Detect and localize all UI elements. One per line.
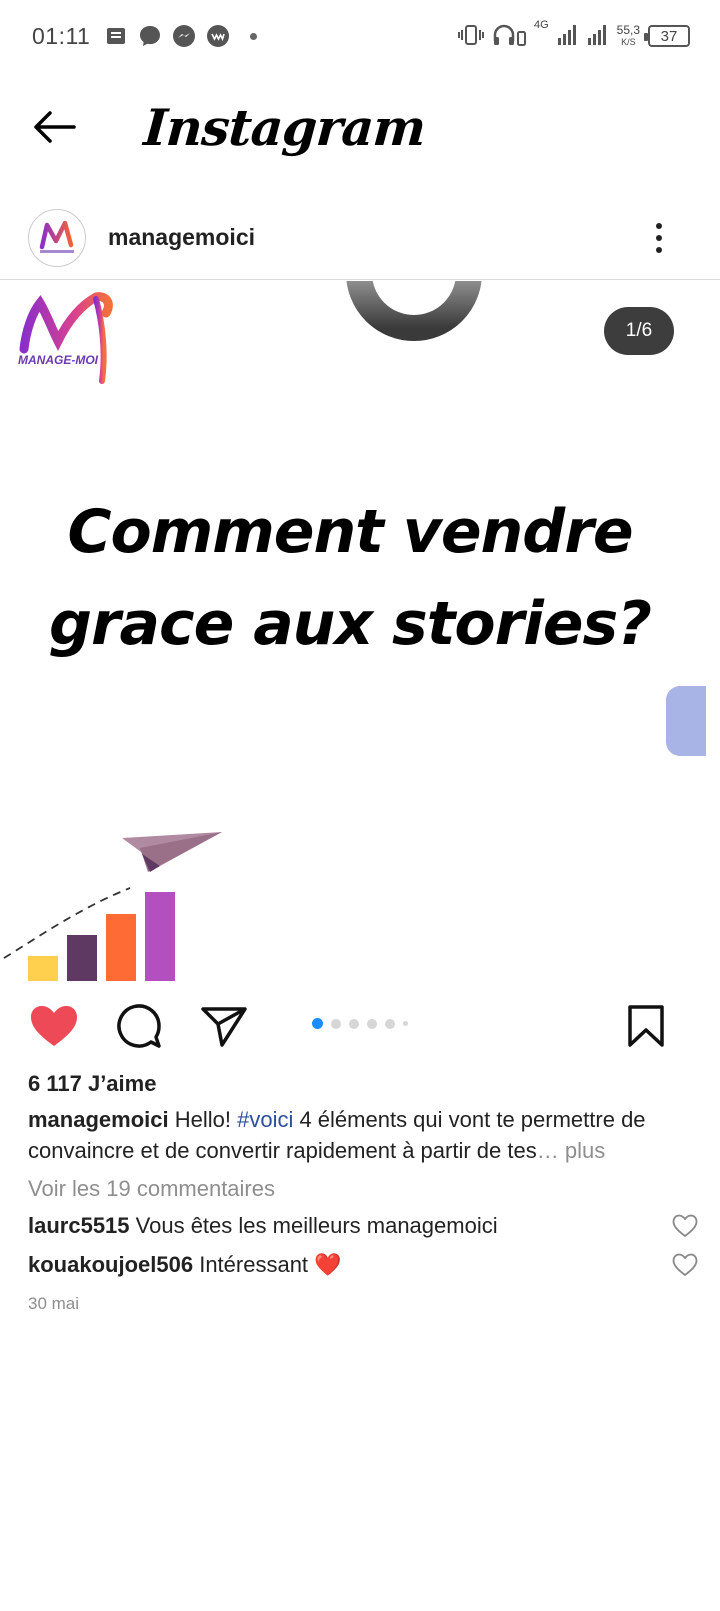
growth-bar-4 [145,892,175,981]
growth-chart-illustration [3,832,222,981]
manage-moi-logo [19,292,113,384]
chat-bubble-icon [138,24,162,48]
caption-more-link[interactable]: … plus [537,1138,605,1163]
comment-text: Intéressant ❤️ [199,1252,342,1277]
image-counter-badge: 1/6 [604,307,674,355]
network-speed: 55,3 K/S [616,22,640,48]
heart-filled-icon [31,1006,77,1046]
brand-logo-text: MANAGE-MOI [18,353,98,367]
carousel-dot [331,1018,341,1029]
carousel-dots [312,1018,408,1029]
instagram-logo: Instagram [141,97,428,157]
battery-icon: 37 [644,25,690,47]
carousel-dot [403,1021,408,1026]
floating-side-tab[interactable] [666,686,706,756]
comment-bubble-icon [117,1004,161,1048]
more-dot-icon [656,234,662,241]
post-actions [0,996,720,1056]
bookmark-icon [628,1005,664,1047]
vibrate-icon [457,23,484,50]
comment-username[interactable]: laurc5515 [28,1213,130,1238]
signal-strength-2-icon [587,24,609,49]
carousel-dot [312,1018,323,1029]
manage-moi-avatar-logo [39,220,74,253]
carousel-dot [349,1018,359,1029]
carousel-dot [367,1018,377,1029]
status-time: 01:11 [32,22,91,49]
likes-count[interactable]: 6 117 J’aime [28,1068,688,1100]
caption-text-1: Hello! [174,1107,238,1132]
battery-level: 37 [660,27,678,45]
app-header: Instagram [0,72,720,182]
signal-strength-icon [557,24,579,49]
comment-row: kouakoujoel506 Intéressant ❤️ [28,1245,698,1284]
view-comments-link[interactable]: Voir les 19 commentaires [28,1172,688,1206]
carousel-dot [385,1018,395,1029]
comment-like-heart-icon[interactable] [672,1214,698,1238]
ring-decoration-icon [346,281,482,341]
more-dot-icon [656,222,662,229]
more-options-button[interactable] [644,213,674,263]
caption-username[interactable]: managemoici [28,1107,169,1132]
more-dot-icon [656,246,662,253]
status-bar: 01:11 4G 55,3 K/S 37 [0,0,720,72]
comment-like-heart-icon[interactable] [672,1253,698,1277]
growth-bar-2 [67,935,97,981]
paper-plane-icon [201,1007,247,1047]
back-button[interactable] [24,97,84,157]
comment-username[interactable]: kouakoujoel506 [28,1252,193,1277]
media-title: Comment vendre grace aux stories? [49,497,652,659]
more-notifications-dot [250,32,258,40]
post-username[interactable]: managemoici [108,224,255,251]
caption-hashtag[interactable]: #voici [237,1107,293,1132]
status-right: 4G 55,3 K/S 37 [457,19,690,50]
like-button[interactable] [26,998,82,1054]
avatar[interactable] [28,208,86,267]
growth-bar-3 [106,914,136,981]
save-button[interactable] [618,998,674,1054]
comment-button[interactable] [111,998,167,1054]
share-button[interactable] [196,998,252,1054]
notification-icons [104,24,258,48]
network-speed-unit: K/S [621,36,636,47]
post-caption: managemoici Hello! #voici 4 éléments qui… [28,1104,688,1166]
post-header: managemoici [0,196,720,280]
growth-bar-1 [28,956,58,981]
message-notification-icon [104,24,128,48]
post-media[interactable]: MANAGE-MOI 1/6 Comment vendre grace aux … [0,281,720,981]
comment-text: Vous êtes les meilleurs managemoici [135,1213,498,1238]
wave-app-icon [206,24,230,48]
back-arrow-icon [34,111,76,143]
headphones-icon [492,23,526,50]
network-speed-value: 55,3 [616,22,640,37]
network-type-label: 4G [533,18,549,31]
comment-row: laurc5515 Vous êtes les meilleurs manage… [28,1206,698,1245]
post-date: 30 mai [28,1294,80,1313]
post-info: 6 117 J’aime managemoici Hello! #voici 4… [28,1068,698,1314]
messenger-icon [172,24,196,48]
